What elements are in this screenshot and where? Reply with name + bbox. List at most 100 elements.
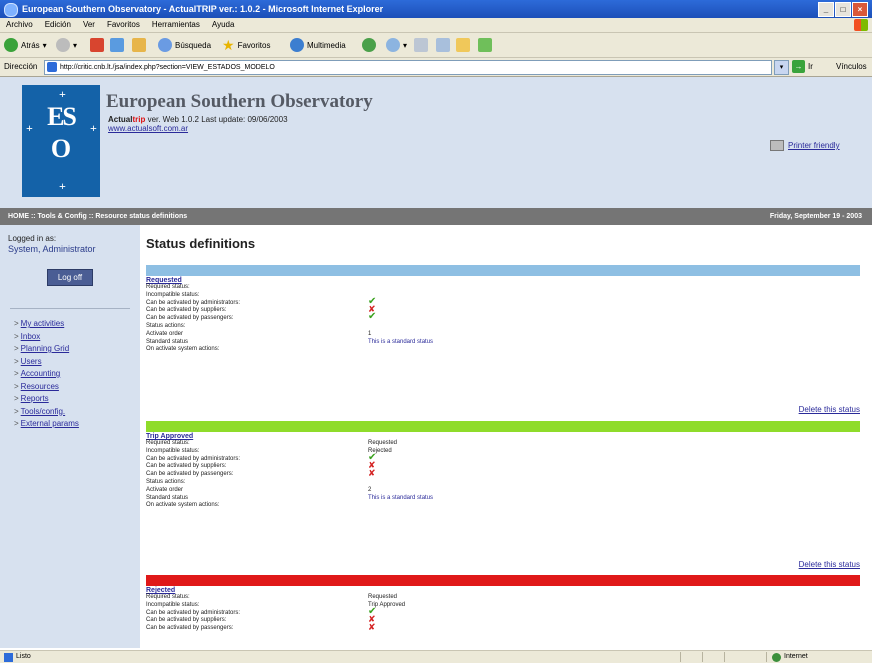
links-button[interactable]: Vínculos bbox=[836, 62, 867, 71]
menu-herramientas[interactable]: Herramientas bbox=[152, 20, 200, 29]
org-title: European Southern Observatory bbox=[106, 91, 373, 112]
forward-button[interactable]: ▾ bbox=[56, 37, 77, 53]
status-pane bbox=[724, 652, 725, 662]
status-row: On activate system actions: bbox=[146, 502, 860, 510]
multimedia-icon bbox=[290, 38, 304, 52]
sidebar-item-users[interactable]: > Users bbox=[14, 356, 79, 369]
print-button[interactable] bbox=[414, 37, 428, 53]
minimize-button[interactable]: _ bbox=[818, 2, 834, 17]
sidebar-item-planning-grid[interactable]: > Planning Grid bbox=[14, 343, 79, 356]
row-label: Can be activated by passengers: bbox=[146, 625, 234, 632]
sidebar-item-tools-config[interactable]: > Tools/config. bbox=[14, 406, 79, 419]
menu-ayuda[interactable]: Ayuda bbox=[212, 20, 235, 29]
sidebar-item-accounting[interactable]: > Accounting bbox=[14, 368, 79, 381]
row-label: Can be activated by administrators: bbox=[146, 299, 241, 306]
status-row: Standard status This is a standard status bbox=[146, 495, 860, 503]
status-pane bbox=[702, 652, 703, 662]
status-row: On activate system actions: bbox=[146, 346, 860, 354]
printer-friendly-link[interactable]: Printer friendly bbox=[770, 140, 840, 151]
status-row: Incompatible status: Trip Approved bbox=[146, 602, 860, 610]
logoff-button[interactable]: Log off bbox=[47, 269, 93, 286]
multimedia-button[interactable]: Multimedia bbox=[290, 37, 346, 53]
messenger-button[interactable] bbox=[478, 37, 492, 53]
refresh-button[interactable] bbox=[110, 37, 124, 53]
status-text: Listo bbox=[4, 651, 31, 663]
breadcrumb[interactable]: HOME :: Tools & Config :: Resource statu… bbox=[8, 208, 187, 225]
row-value: 1 bbox=[368, 330, 372, 337]
sidebar-item-resources[interactable]: > Resources bbox=[14, 381, 79, 394]
sidebar-item-label: Inbox bbox=[20, 331, 41, 341]
status-color-bar bbox=[146, 265, 860, 276]
history-button[interactable] bbox=[362, 37, 376, 53]
sidebar-item-label: External params bbox=[20, 419, 79, 428]
menu-favoritos[interactable]: Favoritos bbox=[107, 20, 140, 29]
address-url: http://critic.cnb.lt./jsa/index.php?sect… bbox=[60, 64, 275, 71]
row-label: Standard status bbox=[146, 494, 189, 501]
maximize-button[interactable]: □ bbox=[835, 2, 851, 17]
search-button[interactable]: Búsqueda bbox=[158, 37, 211, 53]
status-row: Can be activated by suppliers: ✘ bbox=[146, 615, 860, 625]
edit-button[interactable] bbox=[436, 37, 450, 53]
status-row: Can be activated by administrators: ✔ bbox=[146, 452, 860, 464]
status-row: Can be activated by suppliers: ✘ bbox=[146, 461, 860, 471]
sidebar-nav: > My activities > Inbox > Planning Grid > Us… bbox=[14, 318, 79, 431]
address-input[interactable]: http://critic.cnb.lt./jsa/index.php?sect… bbox=[44, 60, 772, 75]
status-row: Can be activated by administrators: ✔ bbox=[146, 606, 860, 618]
back-button[interactable]: Atrás ▾ bbox=[4, 37, 47, 53]
status-name-link[interactable]: Rejected bbox=[146, 587, 860, 594]
row-label: Incompatible status: bbox=[146, 291, 200, 298]
row-value: This is a standard status bbox=[368, 338, 434, 345]
mail-button[interactable]: ▾ bbox=[386, 37, 407, 53]
status-row: Status actions: bbox=[146, 323, 860, 331]
status-name-link[interactable]: Trip Approved bbox=[146, 433, 860, 440]
messenger-icon bbox=[478, 38, 492, 52]
sidebar-item-external-params[interactable]: > External params bbox=[14, 418, 79, 431]
plus-icon: + bbox=[90, 121, 97, 135]
row-label: Activate order bbox=[146, 330, 184, 337]
row-value: Requested bbox=[368, 594, 398, 600]
ie-icon bbox=[4, 3, 18, 17]
favorites-label: Favoritos bbox=[237, 40, 271, 50]
status-row: Required status: bbox=[146, 284, 860, 292]
logo-o: O bbox=[50, 134, 72, 163]
close-button[interactable]: × bbox=[852, 2, 868, 17]
address-dropdown[interactable]: ▾ bbox=[774, 60, 789, 75]
status-row: Activate order 2 bbox=[146, 487, 860, 495]
delete-status-link[interactable]: Delete this status bbox=[799, 405, 860, 414]
window-title-bar: European Southern Observatory - ActualTR… bbox=[0, 0, 872, 18]
sidebar-item-label: Users bbox=[20, 356, 42, 366]
chevron-right-icon: > bbox=[14, 344, 19, 353]
menu-archivo[interactable]: Archivo bbox=[6, 20, 33, 29]
window-controls: _ □ × bbox=[818, 2, 868, 17]
chevron-down-icon: ▾ bbox=[403, 40, 408, 50]
row-label: Standard status bbox=[146, 338, 189, 345]
row-value: Requested bbox=[368, 440, 398, 446]
delete-status-link[interactable]: Delete this status bbox=[799, 560, 860, 569]
status-color-bar bbox=[146, 421, 860, 432]
printer-friendly-label: Printer friendly bbox=[788, 141, 840, 150]
sidebar-item-reports[interactable]: > Reports bbox=[14, 393, 79, 406]
status-section-rejected: Rejected Required status: Requested Incom… bbox=[146, 575, 860, 633]
cross-icon: ✘ bbox=[368, 468, 376, 479]
windows-logo-icon bbox=[854, 19, 868, 31]
site-link[interactable]: www.actualsoft.com.ar bbox=[108, 124, 188, 133]
status-name-link[interactable]: Requested bbox=[146, 277, 860, 284]
go-button[interactable]: → Ir bbox=[792, 60, 813, 73]
history-icon bbox=[362, 38, 376, 52]
favorites-button[interactable]: ★ Favoritos bbox=[222, 37, 270, 53]
home-button[interactable] bbox=[132, 37, 146, 53]
eso-logo: + + + + ES O bbox=[22, 85, 100, 197]
menu-edicion[interactable]: Edición bbox=[45, 20, 71, 29]
address-bar: Dirección http://critic.cnb.lt./jsa/inde… bbox=[0, 58, 872, 77]
folder-button[interactable] bbox=[456, 37, 470, 53]
sidebar-item-label: Planning Grid bbox=[20, 344, 70, 353]
back-arrow-icon bbox=[4, 38, 18, 52]
status-bar: Listo Internet bbox=[0, 650, 872, 663]
menu-ver[interactable]: Ver bbox=[83, 20, 95, 29]
row-label: Incompatible status: bbox=[146, 447, 200, 454]
stop-button[interactable] bbox=[90, 37, 104, 53]
row-value: 2 bbox=[368, 486, 372, 493]
row-label: Can be activated by suppliers: bbox=[146, 463, 227, 470]
sidebar-item-inbox[interactable]: > Inbox bbox=[14, 331, 79, 344]
sidebar-item-my-activities[interactable]: > My activities bbox=[14, 318, 79, 331]
